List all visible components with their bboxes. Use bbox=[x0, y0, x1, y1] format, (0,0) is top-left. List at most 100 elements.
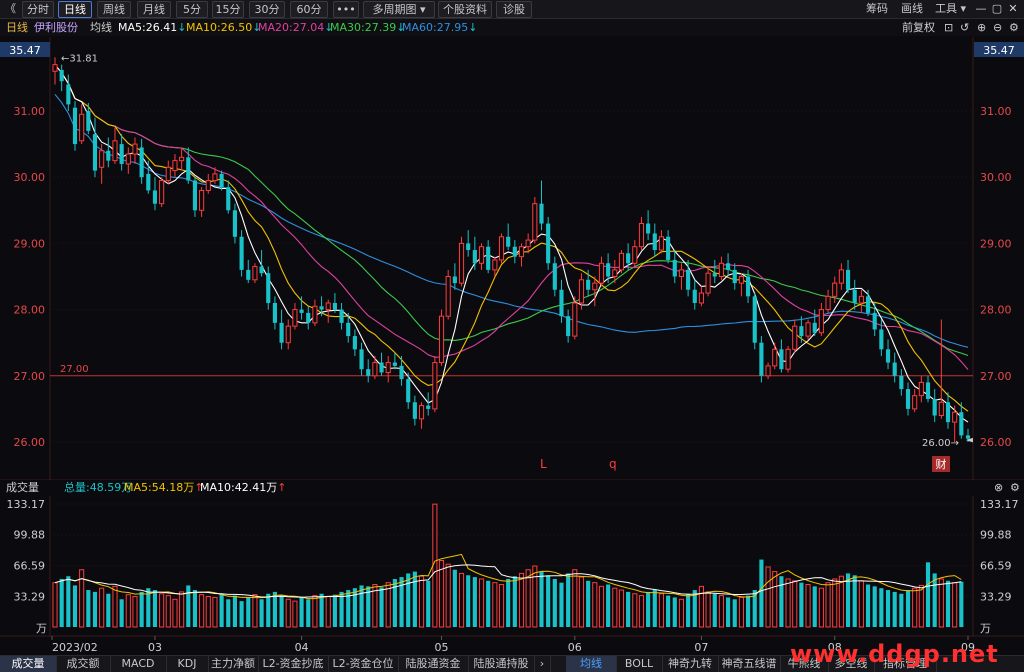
lock-icon[interactable]: ⊡ bbox=[944, 19, 953, 36]
price-chart[interactable]: 26.00 26.00 27.00 27.00 28.00 28.00 29.00 29.00… bbox=[0, 37, 1024, 480]
candle-body bbox=[738, 276, 744, 284]
high-annotation: ←31.81 bbox=[61, 53, 98, 64]
close-icon[interactable]: ✕ bbox=[1006, 1, 1020, 16]
minimize-icon[interactable]: — bbox=[974, 1, 988, 16]
volume-bar bbox=[426, 580, 431, 627]
candle-body bbox=[219, 173, 224, 188]
volume-bar bbox=[905, 590, 911, 627]
price-tick-left: 31.00 bbox=[14, 105, 46, 118]
candle-body bbox=[832, 282, 838, 297]
vol-unit-left: 万 bbox=[36, 622, 47, 635]
candle-body bbox=[192, 180, 198, 211]
toolbar-right-1[interactable]: 画线 bbox=[901, 1, 923, 16]
price-tick-left: 28.00 bbox=[14, 304, 46, 317]
candle-body bbox=[825, 295, 831, 311]
volume-bar bbox=[592, 582, 598, 628]
x-label: 07 bbox=[694, 641, 708, 654]
indicator-tab-3[interactable]: KDJ bbox=[166, 656, 209, 672]
volume-bar bbox=[959, 581, 964, 627]
volume-bar bbox=[486, 580, 491, 627]
settings-icon[interactable]: ⚙ bbox=[1009, 19, 1019, 36]
volume-bar bbox=[726, 597, 731, 627]
volume-bar bbox=[352, 588, 357, 627]
toolbar-tab-5[interactable]: 15分 bbox=[212, 1, 244, 18]
candle-body bbox=[678, 269, 685, 278]
volume-bar bbox=[552, 578, 557, 627]
indicator-settings-icon[interactable]: ⚙ bbox=[1010, 480, 1020, 496]
volume-bar bbox=[132, 596, 138, 628]
toolbar-tab-4[interactable]: 5分 bbox=[176, 1, 208, 18]
candle-body bbox=[572, 302, 578, 337]
indicator-tab-4[interactable]: 主力净额 bbox=[208, 656, 259, 672]
indicator-tab-5[interactable]: L2-资金抄底 bbox=[258, 656, 329, 672]
volume-bar bbox=[865, 584, 871, 627]
volume-bar bbox=[546, 575, 551, 627]
volume-chart[interactable]: 133.17 133.17 99.88 99.88 66.59 66.59 33.29 33.… bbox=[0, 496, 1024, 655]
indicator-tab-7[interactable]: 陆股通资金 bbox=[398, 656, 469, 672]
indicator-tab-9[interactable]: › bbox=[534, 656, 551, 672]
candle-body bbox=[478, 246, 485, 264]
toolbar-tab-6[interactable]: 30分 bbox=[249, 1, 285, 18]
volume-bar bbox=[259, 599, 264, 627]
volume-bar bbox=[738, 596, 744, 628]
indicator-tab-2[interactable]: MACD bbox=[110, 656, 167, 672]
candle-body bbox=[932, 398, 937, 416]
toolbar-tab-0[interactable]: 分时 bbox=[22, 1, 54, 18]
overlay-tab-1[interactable]: BOLL bbox=[616, 656, 663, 672]
toolbar-tab-2[interactable]: 周线 bbox=[97, 1, 131, 18]
candle-body bbox=[618, 252, 625, 271]
volume-bar bbox=[379, 587, 384, 627]
toolbar-tab-3[interactable]: 月线 bbox=[137, 1, 171, 18]
toolbar-tab-10[interactable]: 个股资料 bbox=[438, 1, 492, 18]
ma30-value: MA30:27.39↓ bbox=[330, 21, 406, 34]
zoom-in-icon[interactable]: ⊕ bbox=[977, 19, 986, 36]
volume-bar bbox=[452, 569, 457, 627]
price-top-label-right: 35.47 bbox=[983, 44, 1015, 57]
volume-bar bbox=[139, 591, 144, 627]
volume-bar bbox=[698, 585, 704, 628]
overlay-tab-3[interactable]: 神奇五线谱 bbox=[718, 656, 781, 672]
volume-bar bbox=[945, 580, 951, 627]
indicator-tab-8[interactable]: 陆股通持股 bbox=[468, 656, 535, 672]
overlay-tab-0[interactable]: 均线 bbox=[566, 656, 617, 672]
volume-bar bbox=[339, 591, 344, 627]
volume-bar bbox=[578, 576, 585, 628]
indicator-tab-1[interactable]: 成交额 bbox=[56, 656, 111, 672]
overlay-tab-2[interactable]: 神奇九转 bbox=[662, 656, 719, 672]
toolbar-tab-11[interactable]: 诊股 bbox=[496, 1, 532, 18]
candle-body bbox=[99, 150, 105, 168]
volume-bar bbox=[539, 571, 544, 627]
back-icon[interactable]: 《 bbox=[5, 1, 16, 16]
candle-body bbox=[346, 322, 351, 337]
last-price-marker: ◄ bbox=[966, 436, 973, 446]
volume-bar bbox=[818, 587, 824, 628]
volume-bar bbox=[312, 595, 318, 628]
candle-body bbox=[658, 236, 665, 251]
indicator-tab-0[interactable]: 成交量 bbox=[0, 656, 57, 672]
toolbar-tab-9[interactable]: 多周期图 ▾ bbox=[363, 1, 435, 18]
undo-icon[interactable]: ↺ bbox=[960, 19, 969, 36]
volume-bar bbox=[359, 585, 364, 627]
maximize-icon[interactable]: ▢ bbox=[990, 1, 1004, 16]
volume-bar bbox=[59, 578, 64, 627]
indicator-tab-6[interactable]: L2-资金仓位 bbox=[328, 656, 399, 672]
volume-total: 总量:48.59万 bbox=[64, 481, 133, 494]
price-tick-left: 27.00 bbox=[14, 370, 46, 383]
toolbar-tab-1[interactable]: 日线 bbox=[58, 1, 92, 18]
ma5-value: MA5:26.41↓ bbox=[118, 21, 187, 34]
toolbar-right-2[interactable]: 工具 ▾ bbox=[935, 1, 966, 16]
candle-body bbox=[445, 276, 451, 317]
candle-body bbox=[279, 322, 284, 343]
fuquan-dropdown[interactable]: 前复权 bbox=[902, 19, 935, 36]
toolbar-tab-7[interactable]: 60分 bbox=[290, 1, 328, 18]
toolbar-tab-8[interactable]: ••• bbox=[333, 1, 359, 18]
volume-bar bbox=[226, 599, 231, 627]
candle-body bbox=[106, 150, 111, 161]
volume-bar bbox=[559, 582, 564, 627]
volume-bar bbox=[112, 585, 118, 628]
toolbar-right-0[interactable]: 筹码 bbox=[866, 1, 888, 16]
close-indicator-icon[interactable]: ⊗ bbox=[994, 480, 1003, 496]
volume-bar bbox=[325, 596, 331, 628]
zoom-out-icon[interactable]: ⊖ bbox=[993, 19, 1002, 36]
candle-body bbox=[718, 262, 724, 277]
